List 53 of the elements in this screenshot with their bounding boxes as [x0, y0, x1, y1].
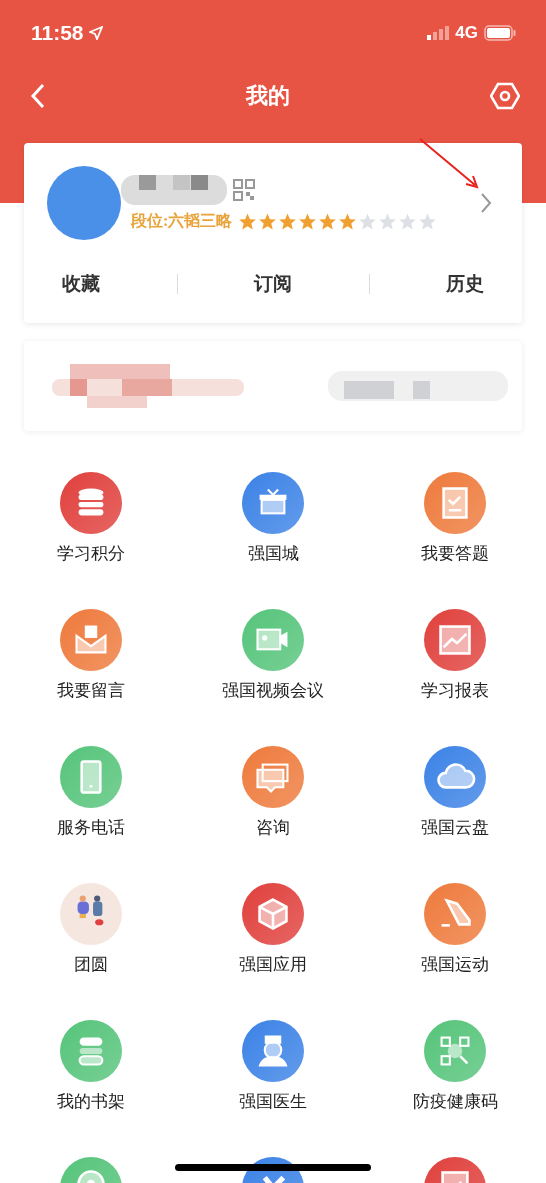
- location-arrow-icon: [88, 25, 103, 40]
- doctor-icon[interactable]: [242, 1020, 304, 1082]
- envelope-icon[interactable]: [60, 609, 122, 671]
- star-icon: [398, 211, 418, 231]
- page-title: 我的: [246, 82, 290, 110]
- feature-label: 我要留言: [57, 680, 125, 702]
- gift-icon[interactable]: [242, 472, 304, 534]
- profile-tab[interactable]: 收藏: [62, 271, 100, 297]
- star-icon: [318, 211, 338, 231]
- people-icon[interactable]: [60, 883, 122, 945]
- profile-tab[interactable]: 历史: [446, 271, 484, 297]
- profile-tab[interactable]: 订阅: [254, 271, 292, 297]
- feature-label: 学习积分: [57, 543, 125, 565]
- database-icon[interactable]: [60, 472, 122, 534]
- signal-icon: [427, 25, 450, 40]
- feature-label: 防疫健康码: [412, 1091, 498, 1113]
- cloud-icon[interactable]: [424, 746, 486, 808]
- star-icon: [418, 211, 438, 231]
- feature-label: 咨询: [256, 817, 290, 839]
- rank-label: 段位:六韬三略: [131, 210, 233, 231]
- star-icon: [358, 211, 378, 231]
- back-icon[interactable]: [30, 83, 46, 109]
- feature-label: 强国城: [247, 543, 299, 565]
- star-icon: [258, 211, 278, 231]
- star-icon: [278, 211, 298, 231]
- battery-icon: [484, 24, 516, 41]
- feature-label: 我要答题: [421, 543, 489, 565]
- chevron-right-icon[interactable]: [480, 192, 492, 214]
- clipboard-icon[interactable]: [424, 472, 486, 534]
- settings-icon[interactable]: [490, 82, 520, 110]
- star-icon: [238, 211, 258, 231]
- feature-label: 强国运动: [421, 954, 489, 976]
- feature-label: 服务电话: [57, 817, 125, 839]
- video-camera-icon[interactable]: [242, 609, 304, 671]
- feature-label: 学习报表: [421, 680, 489, 702]
- star-icon: [298, 211, 318, 231]
- chat-icon[interactable]: [242, 746, 304, 808]
- qr-code-icon[interactable]: [233, 178, 255, 201]
- feature-label: 强国应用: [239, 954, 307, 976]
- feature-label: 强国医生: [239, 1091, 307, 1113]
- network-label: 4G: [455, 22, 478, 43]
- books-icon[interactable]: [60, 1020, 122, 1082]
- qr-code-icon[interactable]: [424, 1020, 486, 1082]
- feature-label: 团圆: [74, 954, 108, 976]
- feature-label: 强国云盘: [421, 817, 489, 839]
- feature-label: 强国视频会议: [222, 680, 324, 702]
- star-icon: [338, 211, 358, 231]
- star-icon: [378, 211, 398, 231]
- feature-label: 我的书架: [57, 1091, 125, 1113]
- cube-icon[interactable]: [242, 883, 304, 945]
- status-time: 11:58: [31, 20, 84, 45]
- chart-icon[interactable]: [424, 609, 486, 671]
- phone-icon[interactable]: [60, 746, 122, 808]
